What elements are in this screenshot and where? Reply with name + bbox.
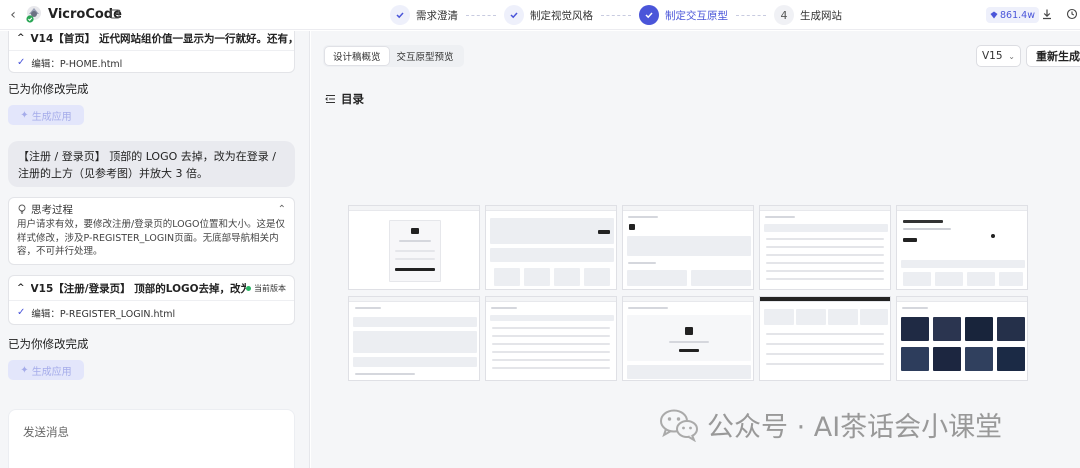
tab-design-overview[interactable]: 设计稿概览 — [325, 47, 389, 65]
design-thumbnail[interactable] — [348, 205, 480, 290]
step-label: 制定视觉风格 — [530, 9, 593, 22]
regenerate-button[interactable]: 重新生成 — [1026, 45, 1080, 67]
step-number: 4 — [774, 5, 794, 25]
design-thumbnail[interactable] — [485, 296, 617, 381]
chat-panel: ^ V14【首页】 近代网站组价值一显示为一行就好。还有，高 ✓ 编辑：P-HO… — [0, 31, 310, 468]
design-thumbnail[interactable] — [622, 296, 754, 381]
tab-prototype-preview[interactable]: 交互原型预览 — [389, 47, 462, 65]
credit-badge[interactable]: 861.4w — [986, 7, 1039, 23]
edited-file-name: 编辑：P-HOME.html — [31, 58, 123, 70]
design-thumbnail[interactable] — [348, 296, 480, 381]
step-divider — [736, 14, 766, 16]
credit-amount: 861.4w — [1000, 9, 1035, 21]
design-thumbnail[interactable] — [485, 205, 617, 290]
step-label: 制定交互原型 — [665, 9, 728, 22]
sparkle-icon: ✦ — [20, 109, 29, 121]
message-input-placeholder: 发送消息 — [23, 425, 69, 439]
version-card-header[interactable]: ^ V15【注册/登录页】 顶部的LOGO去掉，改为在登录 当前版本 — [9, 276, 294, 300]
edited-file-name: 编辑：P-REGISTER_LOGIN.html — [31, 308, 176, 320]
design-thumbnail[interactable] — [896, 205, 1028, 290]
progress-steps: 需求澄清 制定视觉风格 制定交互原型 4 生成网站 — [390, 4, 842, 26]
thinking-title: 思考过程 — [31, 203, 73, 216]
check-icon — [639, 5, 659, 25]
status-dot — [246, 285, 251, 291]
design-thumbnail-grid — [348, 205, 1030, 385]
step-interaction-prototype[interactable]: 制定交互原型 — [639, 5, 728, 25]
app-logo-icon — [26, 6, 41, 23]
user-message: 【注册 / 登录页】 顶部的 LOGO 去掉，改为在登录 / 注册的上方（见参考… — [8, 141, 295, 187]
assistant-message: 已为你修改完成 — [8, 337, 89, 351]
chevron-down-icon: ⌄ — [1008, 51, 1015, 61]
step-label: 生成网站 — [800, 9, 842, 22]
back-arrow-icon[interactable]: ‹ — [6, 7, 20, 23]
chevron-up-icon: ^ — [17, 33, 25, 43]
step-visual-style[interactable]: 制定视觉风格 — [504, 5, 593, 25]
current-version-badge: 当前版本 — [246, 283, 286, 294]
wechat-icon — [660, 409, 698, 442]
assistant-message: 已为你修改完成 — [8, 82, 89, 96]
step-divider — [601, 14, 631, 16]
edited-file-row: ✓ 编辑：P-HOME.html — [9, 50, 294, 74]
design-thumbnail[interactable] — [622, 205, 754, 290]
chevron-up-icon: ⌃ — [277, 203, 286, 215]
history-icon[interactable] — [1066, 8, 1078, 20]
generate-app-button[interactable]: ✦ 生成应用 — [8, 360, 84, 380]
version-card-v14[interactable]: ^ V14【首页】 近代网站组价值一显示为一行就好。还有，高 ✓ 编辑：P-HO… — [8, 31, 295, 73]
table-of-contents-toggle[interactable]: 目录 — [325, 91, 364, 107]
message-input[interactable]: 发送消息 — [8, 409, 295, 468]
version-card-header[interactable]: ^ V14【首页】 近代网站组价值一显示为一行就好。还有，高 — [9, 31, 294, 50]
version-card-title: V14【首页】 近代网站组价值一显示为一行就好。还有，高 — [30, 32, 294, 45]
version-card-v15[interactable]: ^ V15【注册/登录页】 顶部的LOGO去掉，改为在登录 当前版本 ✓ 编辑：… — [8, 275, 295, 325]
edited-file-row: ✓ 编辑：P-REGISTER_LOGIN.html — [9, 300, 294, 324]
check-icon — [504, 5, 524, 25]
thinking-body: 用户请求有效，要修改注册/登录页的LOGO位置和大小。这是仅样式修改，涉及P-R… — [17, 219, 285, 257]
chevron-up-icon: ^ — [17, 283, 25, 293]
thinking-panel[interactable]: 思考过程 ⌃ 用户请求有效，要修改注册/登录页的LOGO位置和大小。这是仅样式修… — [8, 197, 295, 265]
watermark: 公众号 · AI茶话会小课堂 — [659, 405, 1002, 444]
version-card-title: V15【注册/登录页】 顶部的LOGO去掉，改为在登录 — [30, 282, 246, 295]
step-requirements[interactable]: 需求澄清 — [390, 5, 458, 25]
watermark-text: 公众号 · AI茶话会小课堂 — [707, 412, 1003, 443]
check-icon — [390, 5, 410, 25]
diamond-icon — [990, 11, 998, 19]
step-divider — [466, 14, 496, 16]
top-bar: ‹ VicroCode 需求澄清 制定视觉风格 制定交互原型 4 生成网站 86… — [0, 0, 1080, 30]
edit-icon[interactable] — [110, 8, 122, 20]
design-thumbnail[interactable] — [759, 296, 891, 381]
check-icon: ✓ — [17, 307, 26, 318]
lightbulb-icon — [18, 204, 26, 214]
download-icon[interactable] — [1041, 8, 1053, 20]
generate-app-label: 生成应用 — [31, 366, 72, 378]
preview-panel: 设计稿概览 交互原型预览 V15 ⌄ 重新生成 目录 公众号 · AI茶话会小课… — [311, 31, 1080, 468]
design-thumbnail[interactable] — [759, 205, 891, 290]
step-generate-website[interactable]: 4 生成网站 — [774, 5, 842, 25]
design-thumbnail[interactable] — [896, 296, 1028, 381]
check-icon: ✓ — [17, 57, 26, 68]
version-select[interactable]: V15 ⌄ — [976, 45, 1021, 67]
sparkle-icon: ✦ — [20, 364, 29, 376]
generate-app-button[interactable]: ✦ 生成应用 — [8, 105, 84, 125]
view-tabs: 设计稿概览 交互原型预览 — [323, 45, 464, 67]
current-version-label: 当前版本 — [254, 283, 286, 293]
version-select-value: V15 — [982, 50, 1003, 62]
thinking-header[interactable]: 思考过程 ⌃ — [17, 202, 286, 216]
toc-title: 目录 — [341, 92, 364, 106]
step-label: 需求澄清 — [416, 9, 458, 22]
list-indent-icon — [325, 94, 335, 104]
generate-app-label: 生成应用 — [31, 111, 72, 123]
